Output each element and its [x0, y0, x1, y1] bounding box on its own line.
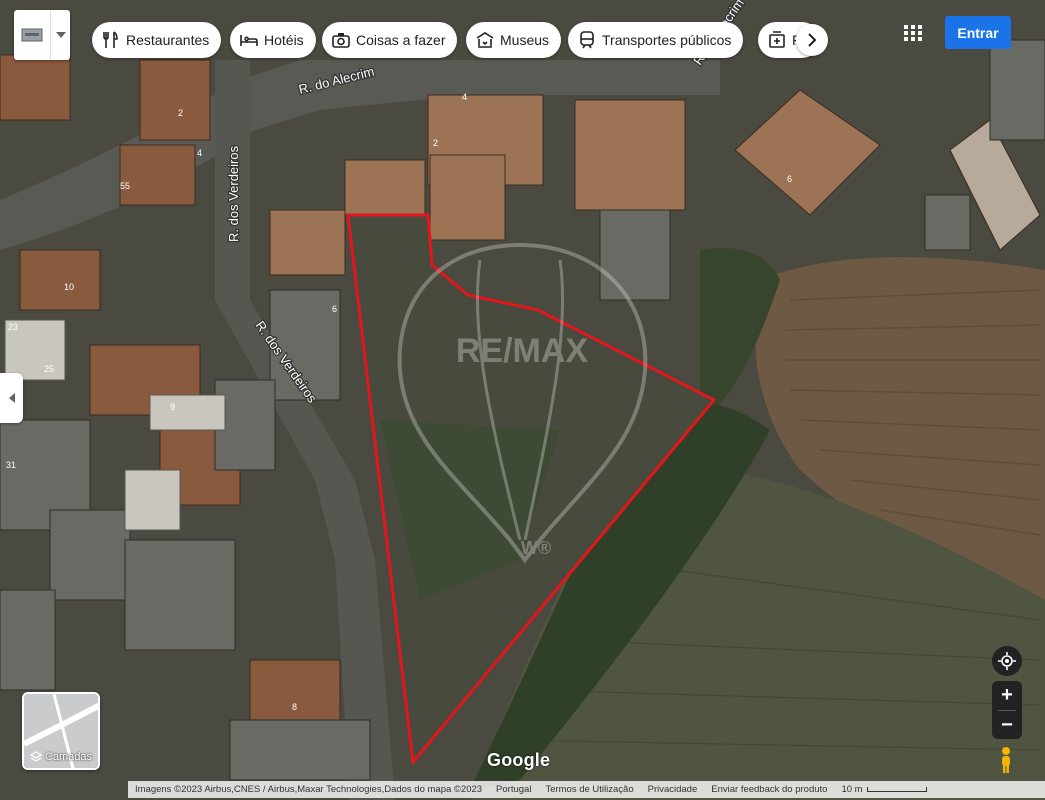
satellite-map[interactable]: RE/MAX W® R. do Alecrim R. dos Verdeiros…: [0, 0, 1045, 800]
satellite-imagery: RE/MAX W® R. do Alecrim R. dos Verdeiros…: [0, 0, 1045, 800]
parcel-number: 6: [787, 174, 792, 184]
imagery-attribution: Imagens ©2023 Airbus,CNES / Airbus,Maxar…: [135, 784, 483, 795]
parcel-number: 4: [197, 148, 202, 158]
layers-label: Camadas: [44, 751, 93, 763]
chevron-right-icon: [808, 33, 817, 47]
chip-museums[interactable]: Museus: [466, 22, 562, 58]
parcel-number: 2: [178, 108, 183, 118]
terms-link[interactable]: Termos de Utilização: [538, 784, 640, 795]
map-thumbnail-icon: [14, 10, 50, 60]
fork-knife-icon: [103, 31, 118, 48]
chip-restaurants[interactable]: Restaurantes: [92, 22, 222, 58]
scale-bar[interactable]: 10 m: [834, 784, 933, 795]
pegman-icon[interactable]: [994, 746, 1018, 774]
pharmacy-icon: [769, 31, 785, 48]
chip-things-to-do[interactable]: Coisas a fazer: [322, 22, 458, 58]
apps-grid-icon[interactable]: [899, 22, 927, 44]
parcel-number: 2: [433, 138, 438, 148]
chip-label: Transportes públicos: [602, 32, 732, 48]
map-type-toggle[interactable]: [14, 10, 70, 60]
parcel-number: 8: [292, 702, 297, 712]
layers-icon: [29, 751, 42, 762]
chevron-down-icon[interactable]: [50, 10, 70, 60]
parcel-number: 9: [170, 402, 175, 412]
privacy-link[interactable]: Privacidade: [641, 784, 705, 795]
country-link[interactable]: Portugal: [489, 784, 538, 795]
my-location-button[interactable]: [992, 646, 1022, 676]
parcel-number: 23: [8, 322, 18, 332]
parcel-number: 55: [120, 181, 130, 191]
sign-in-button[interactable]: Entrar: [945, 16, 1011, 49]
chevron-left-icon: [8, 393, 15, 403]
location-target-icon: [998, 652, 1016, 670]
chip-hotels[interactable]: Hotéis: [230, 22, 316, 58]
feedback-link[interactable]: Enviar feedback do produto: [704, 784, 834, 795]
parcel-number: 25: [44, 364, 54, 374]
google-logo: Google: [487, 750, 551, 770]
bed-icon: [240, 35, 258, 46]
scale-label: 10 m: [841, 784, 863, 795]
parcel-number: 31: [6, 460, 16, 470]
chips-next-button[interactable]: [796, 24, 828, 56]
chip-label: Hotéis: [264, 32, 304, 48]
chip-label: Coisas a fazer: [356, 32, 446, 48]
chip-label: Restaurantes: [126, 32, 210, 48]
train-icon: [580, 31, 594, 49]
zoom-controls: + −: [992, 681, 1022, 739]
museum-icon: [476, 32, 494, 48]
layers-button[interactable]: Camadas: [22, 692, 100, 770]
zoom-in-button[interactable]: +: [992, 681, 1022, 710]
watermark-mark: W®: [521, 538, 551, 558]
attribution-bar: Imagens ©2023 Airbus,CNES / Airbus,Maxar…: [128, 781, 1045, 798]
camera-icon: [332, 33, 350, 48]
chip-label: Museus: [500, 32, 550, 48]
parcel-number: 6: [332, 304, 337, 314]
collapse-panel-button[interactable]: [0, 373, 23, 423]
parcel-number: 10: [64, 282, 74, 292]
street-label: R. dos Verdeiros: [226, 145, 241, 242]
zoom-out-button[interactable]: −: [992, 711, 1022, 740]
chip-public-transport[interactable]: Transportes públicos: [568, 22, 744, 58]
watermark-brand: RE/MAX: [456, 332, 589, 370]
parcel-number: 4: [462, 92, 467, 102]
